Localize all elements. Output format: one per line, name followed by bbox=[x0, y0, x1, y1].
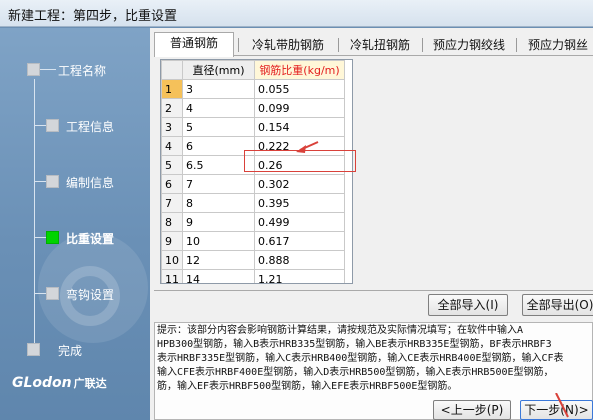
table-row[interactable]: 9 10 0.617 bbox=[161, 231, 345, 251]
step-project-name: 工程名称 bbox=[58, 64, 107, 78]
cell-diameter[interactable]: 10 bbox=[182, 231, 255, 251]
table-row[interactable]: 7 8 0.395 bbox=[161, 193, 345, 213]
annotation-arrow-icon bbox=[555, 393, 569, 418]
title-bar: 新建工程：第四步，比重设置 bbox=[0, 0, 593, 27]
row-index: 1 bbox=[161, 79, 183, 99]
step-compile-info: 编制信息 bbox=[66, 176, 115, 190]
row-index: 7 bbox=[161, 193, 183, 213]
cell-weight[interactable]: 0.395 bbox=[254, 193, 345, 213]
logo-cn: 广联达 bbox=[73, 377, 107, 390]
tab-ordinary-rebar[interactable]: 普通钢筋 bbox=[154, 32, 234, 57]
row-index: 4 bbox=[161, 136, 183, 156]
glodon-logo: GLodon 广联达 bbox=[12, 375, 107, 391]
tab-cold-rolled-twisted[interactable]: 冷轧扭钢筋 bbox=[340, 34, 420, 56]
step-marker-icon bbox=[46, 287, 59, 300]
cell-weight[interactable]: 0.499 bbox=[254, 212, 345, 232]
header-index bbox=[161, 60, 183, 80]
hint-line: 输入CFE表示HRBF400E型钢筋，输入D表示HRB500型钢筋，输入E表示H… bbox=[157, 367, 554, 378]
row-index: 3 bbox=[161, 117, 183, 137]
header-diameter: 直径(mm) bbox=[182, 60, 255, 80]
table-row[interactable]: 10 12 0.888 bbox=[161, 250, 345, 270]
cell-diameter[interactable]: 5 bbox=[182, 117, 255, 137]
row-index: 10 bbox=[161, 250, 183, 270]
step-connector bbox=[34, 237, 46, 238]
row-index: 6 bbox=[161, 174, 183, 194]
tab-separator bbox=[422, 38, 423, 52]
step-project-info: 工程信息 bbox=[66, 120, 115, 134]
window-title: 新建工程：第四步，比重设置 bbox=[8, 9, 178, 24]
step-marker-icon bbox=[27, 343, 40, 356]
cell-diameter[interactable]: 8 bbox=[182, 193, 255, 213]
step-hook-settings: 弯钩设置 bbox=[66, 288, 115, 302]
cell-diameter[interactable]: 12 bbox=[182, 250, 255, 270]
wizard-steps-panel: 工程名称 工程信息 编制信息 比重设置 弯钩设置 完成 GLodon 广联达 bbox=[0, 28, 150, 420]
steps-connector-line bbox=[34, 79, 35, 349]
cell-weight[interactable]: 0.055 bbox=[254, 79, 345, 99]
step-connector bbox=[40, 69, 56, 70]
step-marker-icon bbox=[46, 175, 59, 188]
step-finish: 完成 bbox=[58, 344, 83, 358]
logo-text: GLodon bbox=[12, 375, 72, 391]
tab-separator bbox=[238, 38, 239, 52]
hint-line: 表示HRBF335E型钢筋，输入C表示HRB400型钢筋，输入CE表示HRB40… bbox=[157, 353, 564, 364]
table-area-divider bbox=[154, 290, 593, 291]
cell-diameter[interactable]: 4 bbox=[182, 98, 255, 118]
cell-weight[interactable]: 0.888 bbox=[254, 250, 345, 270]
import-all-button[interactable]: 全部导入(I) bbox=[428, 294, 508, 316]
header-weight: 钢筋比重(kg/m) bbox=[254, 60, 345, 80]
step-marker-icon bbox=[46, 119, 59, 132]
content-area: 普通钢筋 冷轧带肋钢筋 冷轧扭钢筋 预应力钢绞线 预应力钢丝 直径(mm) 钢筋… bbox=[150, 28, 593, 420]
row-index: 9 bbox=[161, 231, 183, 251]
cell-weight[interactable]: 1.21 bbox=[254, 269, 345, 283]
step-connector bbox=[34, 181, 46, 182]
annotation-arrow-icon bbox=[296, 141, 319, 153]
export-all-button[interactable]: 全部导出(O) bbox=[522, 294, 593, 316]
step-marker-icon bbox=[27, 63, 40, 76]
rebar-type-tabs: 普通钢筋 冷轧带肋钢筋 冷轧扭钢筋 预应力钢绞线 预应力钢丝 bbox=[154, 32, 593, 57]
row-index: 5 bbox=[161, 155, 183, 175]
cell-weight[interactable]: 0.617 bbox=[254, 231, 345, 251]
step-active-marker-icon bbox=[46, 231, 59, 244]
tab-separator bbox=[338, 38, 339, 52]
tab-cold-rolled-ribbed[interactable]: 冷轧带肋钢筋 bbox=[240, 34, 336, 56]
row-index: 2 bbox=[161, 98, 183, 118]
step-connector bbox=[34, 125, 46, 126]
table-row[interactable]: 6 7 0.302 bbox=[161, 174, 345, 194]
table-row[interactable]: 8 9 0.499 bbox=[161, 212, 345, 232]
table-row[interactable]: 11 14 1.21 bbox=[161, 269, 345, 283]
tab-prestressed-strand[interactable]: 预应力钢绞线 bbox=[424, 34, 514, 56]
hint-line: 提示：该部分内容会影响钢筋计算结果，请按规范及实际情况填写；在软件中输入A bbox=[157, 325, 524, 336]
cell-diameter[interactable]: 14 bbox=[182, 269, 255, 283]
row-index: 11 bbox=[161, 269, 183, 283]
table-header-row: 直径(mm) 钢筋比重(kg/m) bbox=[161, 60, 345, 80]
hint-line: HPB300型钢筋，输入B表示HRB335型钢筋，输入BE表示HRB335E型钢… bbox=[157, 339, 552, 350]
cell-weight[interactable]: 0.302 bbox=[254, 174, 345, 194]
row-index: 8 bbox=[161, 212, 183, 232]
tab-separator bbox=[516, 38, 517, 52]
previous-step-button[interactable]: <上一步(P) bbox=[433, 400, 511, 420]
tab-prestressed-wire[interactable]: 预应力钢丝 bbox=[518, 34, 593, 56]
hint-line: 筋，输入EF表示HRBF500型钢筋，输入EFE表示HRBF500E型钢筋。 bbox=[157, 381, 458, 392]
table-row[interactable]: 1 3 0.055 bbox=[161, 79, 345, 99]
rebar-weight-table: 直径(mm) 钢筋比重(kg/m) 1 3 0.055 2 4 0.099 3 5 0.15… bbox=[161, 60, 345, 283]
cell-diameter[interactable]: 9 bbox=[182, 212, 255, 232]
step-connector bbox=[34, 293, 46, 294]
cell-diameter[interactable]: 3 bbox=[182, 79, 255, 99]
cell-diameter[interactable]: 7 bbox=[182, 174, 255, 194]
step-weight-settings: 比重设置 bbox=[66, 232, 115, 246]
